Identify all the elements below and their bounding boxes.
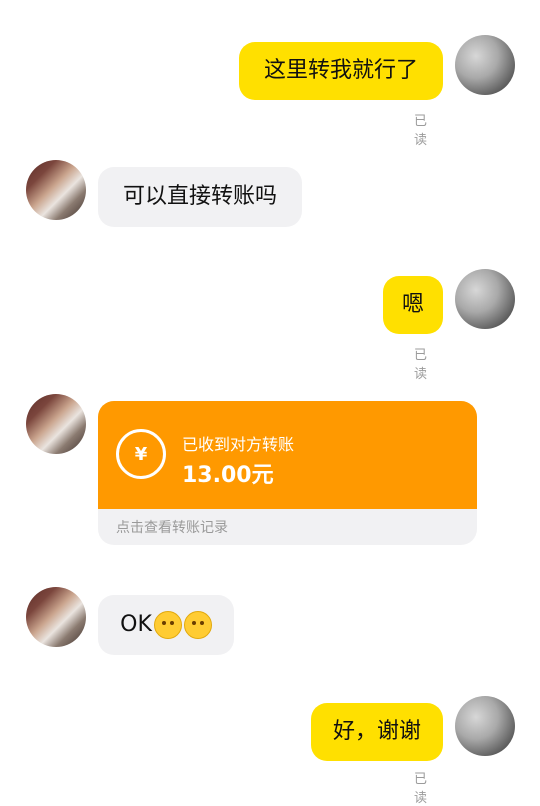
message-text: 这里转我就行了 — [263, 58, 418, 83]
sweat-smile-emoji-icon — [183, 611, 212, 639]
transfer-card[interactable]: ¥ 已收到对方转账 13.00元 点击查看转账记录 — [98, 401, 477, 545]
message-bubble-me[interactable]: 这里转我就行了 — [239, 42, 443, 100]
message-text: 可以直接转账吗 — [122, 184, 277, 209]
transfer-title: 已收到对方转账 — [182, 435, 295, 454]
message-bubble-other[interactable]: 可以直接转账吗 — [98, 167, 302, 227]
my-avatar[interactable] — [455, 696, 515, 756]
read-receipt: 已读 — [414, 348, 428, 382]
contact-avatar[interactable] — [26, 160, 86, 220]
transfer-record-link[interactable]: 点击查看转账记录 — [116, 517, 228, 537]
sweat-smile-emoji-icon — [153, 611, 182, 639]
message-text: OK — [120, 612, 152, 637]
my-avatar[interactable] — [455, 269, 515, 329]
message-text: 好，谢谢 — [332, 719, 421, 744]
message-bubble-other[interactable]: OK — [98, 595, 234, 655]
message-bubble-me[interactable]: 嗯 — [383, 276, 443, 334]
read-receipt: 已读 — [414, 772, 428, 806]
contact-avatar[interactable] — [26, 587, 86, 647]
transfer-card-header: ¥ 已收到对方转账 13.00元 — [98, 401, 477, 509]
read-receipt: 已读 — [414, 114, 428, 148]
transfer-amount: 13.00元 — [182, 463, 274, 488]
my-avatar[interactable] — [455, 35, 515, 95]
contact-avatar[interactable] — [26, 394, 86, 454]
message-bubble-me[interactable]: 好，谢谢 — [311, 703, 443, 761]
message-text: 嗯 — [401, 292, 424, 317]
yen-refresh-icon: ¥ — [116, 429, 166, 479]
